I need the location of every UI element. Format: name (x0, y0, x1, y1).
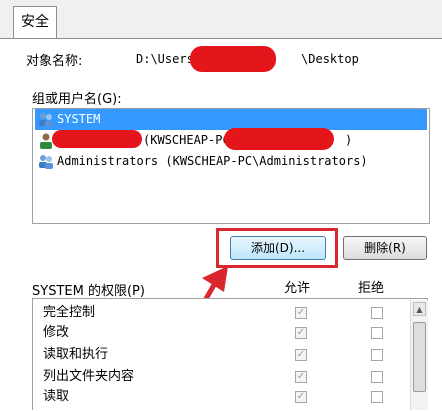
permission-name: 修改 (43, 325, 70, 340)
users-icon (39, 113, 53, 127)
tab-strip: 安全 (0, 0, 442, 40)
permission-name: 读取和执行 (43, 347, 109, 362)
deny-checkbox-read-execute[interactable] (371, 349, 383, 361)
permissions-list: 完全控制 ✓ 修改 ✓ 读取和执行 ✓ 列出文件夹内容 ✓ 读取 ✓ (32, 298, 428, 410)
redaction-mark (190, 46, 276, 72)
deny-checkbox-modify[interactable] (371, 327, 383, 339)
redaction-mark (52, 130, 142, 148)
allow-checkbox-modify[interactable]: ✓ (295, 327, 307, 339)
allow-checkbox-list-folder[interactable]: ✓ (295, 371, 307, 383)
permission-name: 完全控制 (43, 305, 96, 320)
list-item-label: Administrators (KWSCHEAP-PC\Administrato… (57, 154, 368, 168)
allow-checkbox-read[interactable]: ✓ (295, 391, 307, 403)
allow-checkbox-read-execute[interactable]: ✓ (295, 349, 307, 361)
permissions-scrollbar[interactable]: ▲ (410, 300, 428, 410)
object-name-label: 对象名称: (26, 54, 83, 69)
deny-header: 拒绝 (358, 281, 385, 296)
object-path-end: \Desktop (301, 52, 359, 66)
permission-name: 读取 (43, 389, 70, 404)
permission-name: 列出文件夹内容 (43, 369, 135, 384)
scroll-up-icon[interactable]: ▲ (413, 302, 426, 316)
deny-checkbox-read[interactable] (371, 391, 383, 403)
tab-security[interactable]: 安全 (13, 6, 57, 39)
groups-label: 组或用户名(G): (32, 92, 122, 107)
users-icon (39, 155, 53, 169)
redaction-mark (224, 128, 334, 150)
remove-button[interactable]: 删除(R) (343, 236, 427, 260)
list-item-system[interactable]: SYSTEM (35, 109, 427, 130)
list-item-label: (KWSCHEAP-PC\ (143, 133, 237, 147)
allow-header: 允许 (284, 281, 311, 296)
permissions-label: SYSTEM 的权限(P) (32, 284, 145, 299)
list-item-suffix: ) (345, 133, 353, 147)
deny-checkbox-list-folder[interactable] (371, 371, 383, 383)
list-item-label: SYSTEM (57, 112, 101, 126)
allow-checkbox-full-control[interactable]: ✓ (295, 307, 307, 319)
groups-listbox[interactable]: SYSTEM (KWSCHEAP-PC\ ) Administrators (K… (32, 108, 430, 224)
deny-checkbox-full-control[interactable] (371, 307, 383, 319)
highlight-box (216, 228, 338, 268)
scroll-thumb[interactable] (413, 322, 426, 392)
